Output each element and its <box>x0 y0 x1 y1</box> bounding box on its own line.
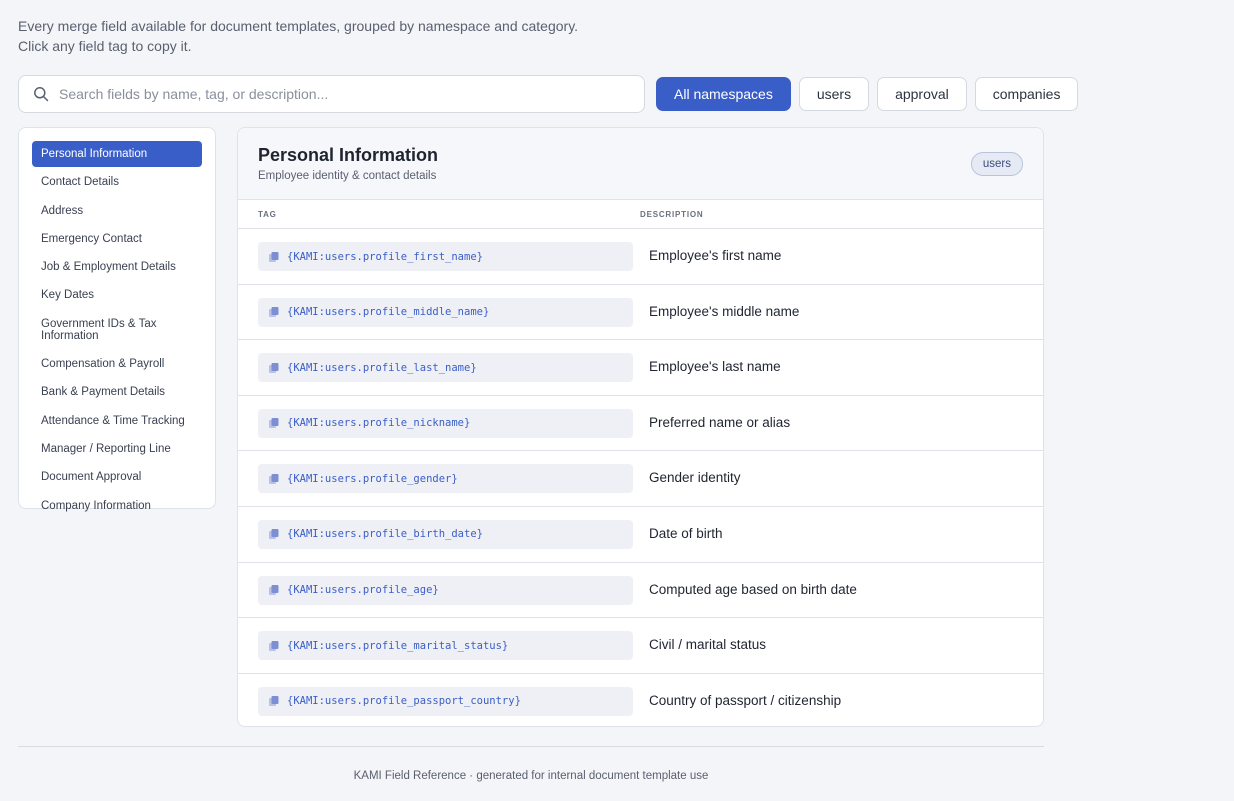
table-header: TAG DESCRIPTION <box>238 200 1043 229</box>
copy-icon <box>269 696 279 707</box>
field-tag[interactable]: {KAMI:users.profile_age} <box>287 584 439 596</box>
namespace-filter-button[interactable]: approval <box>877 77 967 111</box>
search-icon <box>34 87 49 102</box>
namespace-filter-button[interactable]: companies <box>974 77 1079 111</box>
field-description: Employee's first name <box>649 248 782 263</box>
table-row: {KAMI:users.profile_last_name} Employee's… <box>238 340 1043 396</box>
sidebar-category-item[interactable]: Company Information <box>32 493 202 519</box>
copy-icon <box>269 640 279 651</box>
namespace-badge: users <box>970 152 1023 176</box>
table-row: {KAMI:users.profile_nickname} Preferred n… <box>238 396 1043 452</box>
sidebar-category-item[interactable]: Bank & Payment Details <box>32 379 202 405</box>
sidebar-category-item[interactable]: Attendance & Time Tracking <box>32 408 202 434</box>
sidebar-category-item[interactable]: Emergency Contact <box>32 226 202 252</box>
category-sidebar: Personal Information Contact Details Addre… <box>18 127 216 512</box>
field-description: Civil / marital status <box>649 637 767 653</box>
field-tag-copy-button[interactable]: {KAMI:users.profile_marital_status} <box>258 631 633 661</box>
table-row: {KAMI:users.profile_passport_country} Cou… <box>238 674 1043 726</box>
field-tag[interactable]: {KAMI:users.profile_last_name} <box>287 362 477 374</box>
copy-icon <box>269 307 279 318</box>
copy-icon <box>269 418 279 429</box>
field-tag[interactable]: {KAMI:users.profile_passport_country} <box>287 695 521 707</box>
search-input[interactable] <box>59 86 644 102</box>
field-tag[interactable]: {KAMI:users.profile_marital_status} <box>287 640 508 652</box>
field-tag-copy-button[interactable]: {KAMI:users.profile_birth_date} <box>258 519 633 549</box>
copy-icon <box>269 473 279 484</box>
field-tag-copy-button[interactable]: {KAMI:users.profile_nickname} <box>258 408 633 438</box>
field-tag[interactable]: {KAMI:users.profile_nickname} <box>287 417 470 429</box>
sidebar-category-item[interactable]: Personal Information <box>32 141 202 167</box>
namespace-filters: All namespaces users approval companies <box>656 77 1079 111</box>
search-box[interactable] <box>18 75 645 113</box>
field-tag[interactable]: {KAMI:users.profile_first_name} <box>287 251 483 263</box>
sidebar-category-item[interactable]: Key Dates <box>32 282 202 308</box>
field-description: Date of birth <box>649 525 723 541</box>
page-intro: Every merge field available for document… <box>18 18 579 54</box>
copy-icon <box>269 585 279 596</box>
sidebar-category-item[interactable]: Document Approval <box>32 464 202 490</box>
footer-text: KAMI Field Reference · generated for int… <box>353 770 709 782</box>
field-description: Employee's middle name <box>649 303 800 319</box>
field-tag-copy-button[interactable]: {KAMI:users.profile_last_name} <box>258 353 633 383</box>
panel-title: Personal Information <box>258 145 439 165</box>
table-row: {KAMI:users.profile_age} Computed age bas… <box>238 563 1043 619</box>
field-tag[interactable]: {KAMI:users.profile_middle_name} <box>287 306 489 318</box>
field-tag[interactable]: {KAMI:users.profile_gender} <box>287 473 458 485</box>
field-description: Country of passport / citizenship <box>649 692 842 708</box>
field-tag-copy-button[interactable]: {KAMI:users.profile_first_name} <box>258 242 633 271</box>
field-description: Preferred name or alias <box>649 414 791 430</box>
sidebar-category-item[interactable]: Compensation & Payroll <box>32 351 202 377</box>
field-tag-copy-button[interactable]: {KAMI:users.profile_age} <box>258 575 633 605</box>
sidebar-category-item[interactable]: Job & Employment Details <box>32 254 202 280</box>
field-description: Computed age based on birth date <box>649 581 857 597</box>
panel-subtitle: Employee identity & contact details <box>258 170 437 182</box>
namespace-filter-button[interactable]: users <box>798 77 870 111</box>
fields-panel: Personal Information Employee identity &… <box>237 127 1044 727</box>
copy-icon <box>269 362 279 373</box>
table-row: {KAMI:users.profile_marital_status} Civil… <box>238 618 1043 674</box>
table-row: {KAMI:users.profile_first_name} Employee'… <box>238 229 1043 285</box>
namespace-filter-button[interactable]: All namespaces <box>656 77 791 111</box>
field-description: Employee's last name <box>649 359 781 375</box>
footer-divider <box>18 746 1044 747</box>
column-header-tag: TAG <box>258 210 277 219</box>
copy-icon <box>269 529 279 540</box>
table-row: {KAMI:users.profile_birth_date} Date of b… <box>238 507 1043 563</box>
field-tag[interactable]: {KAMI:users.profile_birth_date} <box>287 528 483 540</box>
field-tag-copy-button[interactable]: {KAMI:users.profile_passport_country} <box>258 686 633 716</box>
copy-icon <box>269 251 279 262</box>
sidebar-category-item[interactable]: Address <box>32 198 202 224</box>
panel-header: Personal Information Employee identity &… <box>238 128 1043 200</box>
field-description: Gender identity <box>649 470 741 486</box>
table-row: {KAMI:users.profile_gender} Gender identi… <box>238 451 1043 507</box>
sidebar-category-item[interactable]: Manager / Reporting Line <box>32 436 202 462</box>
column-header-description: DESCRIPTION <box>640 210 704 219</box>
sidebar-category-item[interactable]: Government IDs & Tax Information <box>32 311 202 349</box>
table-row: {KAMI:users.profile_middle_name} Employee… <box>238 285 1043 341</box>
field-tag-copy-button[interactable]: {KAMI:users.profile_gender} <box>258 464 633 494</box>
field-tag-copy-button[interactable]: {KAMI:users.profile_middle_name} <box>258 297 633 327</box>
fields-table-body: {KAMI:users.profile_first_name} Employee'… <box>238 229 1043 726</box>
sidebar-category-item[interactable]: Contact Details <box>32 169 202 195</box>
